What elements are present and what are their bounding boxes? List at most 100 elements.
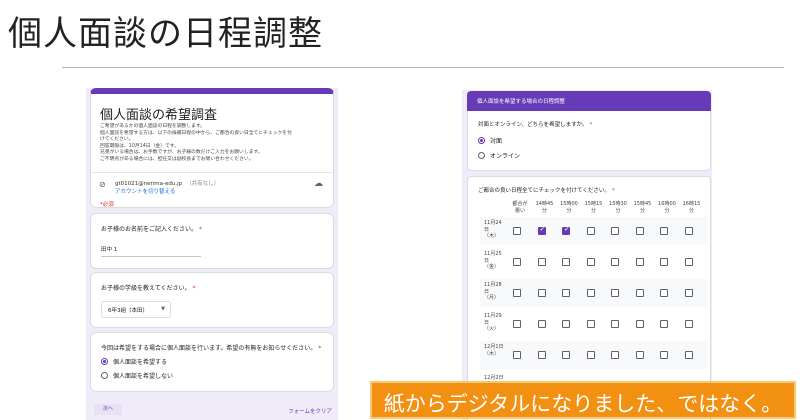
checkbox[interactable]: [586, 258, 595, 266]
left-form-screenshot: 個人面談の希望調査 ご希望があるかの個人面談の日程を調整します。 個人面談を希望…: [86, 88, 338, 420]
section-header: 個人面談を希望する場合の日程調整: [467, 91, 711, 111]
required-mark: *: [589, 122, 593, 128]
form-header-card: 個人面談の希望調査 ご希望があるかの個人面談の日程を調整します。 個人面談を希望…: [90, 88, 334, 208]
grid-column-header: 16時00 分: [658, 201, 676, 214]
form-footer: 次へ フォームをクリア: [90, 400, 334, 420]
radio-option-not-want[interactable]: 個人面談を希望しない: [101, 371, 173, 381]
checkbox[interactable]: [635, 227, 644, 235]
checkbox[interactable]: [586, 227, 595, 235]
grid-row-label: 11月29 日（火）: [484, 313, 502, 332]
grid-column-header: 15時15 分: [584, 201, 603, 214]
checkbox[interactable]: [586, 320, 595, 328]
checkbox[interactable]: [684, 320, 693, 328]
grid-column-header: 16時15 分: [682, 201, 701, 214]
question-card-mode: 対面とオンライン、どちらを希望しますか。 * 対面 オンライン: [467, 111, 711, 171]
radio-option-want[interactable]: 個人面談を希望する: [101, 357, 167, 367]
description-line: 兄弟がいる場合は、お手数ですが、お子様の数だけご入力をお願いします。: [100, 150, 263, 156]
checkbox[interactable]: [635, 258, 644, 266]
checkbox[interactable]: [611, 320, 619, 328]
question-card-name: お子様のお名前をご記入ください。 * 田中 1: [90, 213, 334, 269]
right-form-screenshot: 個人面談を希望する場合の日程調整 対面とオンライン、どちらを希望しますか。 * 対…: [462, 90, 712, 420]
radio-option-in-person[interactable]: 対面: [478, 136, 502, 146]
checkbox[interactable]: [513, 351, 521, 359]
radio-empty-icon: [101, 372, 108, 379]
class-select-value: 6年3組（本田）: [108, 308, 148, 314]
description-line: けてください。: [100, 137, 134, 143]
required-mark: *: [611, 188, 615, 194]
clear-form-link[interactable]: フォームをクリア: [288, 407, 332, 415]
grid-row-label: 11月24 日（木）: [484, 220, 502, 239]
checkbox[interactable]: [660, 351, 668, 359]
checkbox[interactable]: [635, 289, 644, 297]
child-name-input[interactable]: 田中 1: [101, 245, 201, 257]
checkbox[interactable]: [537, 289, 546, 297]
checkbox[interactable]: [537, 320, 546, 328]
required-mark: *: [318, 345, 322, 352]
grid-column-header: 15時45 分: [633, 201, 652, 214]
checkbox[interactable]: [562, 320, 570, 328]
checkbox[interactable]: [660, 227, 668, 235]
checkbox[interactable]: [684, 289, 693, 297]
switch-account-link[interactable]: アカウントを切り替える: [115, 187, 175, 195]
required-mark: *: [199, 226, 203, 233]
checkbox[interactable]: [537, 258, 546, 266]
form-description: ご希望があるかの個人面談の日程を調整します。 個人面談を希望する方は、以下の候補…: [100, 124, 328, 164]
checkbox[interactable]: [660, 320, 668, 328]
dropdown-caret-icon: ▼: [161, 306, 165, 312]
checkbox-checked[interactable]: [562, 225, 570, 235]
grid-column-header: 14時45 分: [535, 201, 554, 214]
checkbox-checked[interactable]: [537, 225, 546, 235]
account-row: ⊘ gt01021@nerima-edu.jp （共有なし） アカウントを切り替え…: [91, 172, 333, 200]
question-label: 今回は希望をする場合に個人面談を行います。希望の有無をお知らせください。 *: [101, 345, 322, 352]
radio-empty-icon: [478, 152, 485, 159]
grid-column-header: 15時00 分: [560, 201, 578, 214]
grid-column-header: 15時30 分: [609, 201, 627, 214]
radio-selected-icon: [478, 137, 485, 144]
checkbox[interactable]: [684, 227, 693, 235]
account-email-line: gt01021@nerima-edu.jp （共有なし）: [115, 179, 219, 187]
checkbox[interactable]: [562, 289, 570, 297]
grid-row-label: 11月25 日（金）: [484, 251, 502, 270]
checkbox[interactable]: [684, 351, 693, 359]
grid-row-label: 12月1日 （木）: [484, 344, 504, 357]
checkbox[interactable]: [537, 351, 546, 359]
checkbox[interactable]: [586, 289, 595, 297]
class-select[interactable]: 6年3組（本田） ▼: [101, 301, 171, 318]
account-shared-status: （共有なし）: [186, 181, 220, 187]
form-title: 個人面談の希望調査: [100, 108, 218, 123]
checkbox[interactable]: [562, 351, 570, 359]
required-mark: *: [192, 285, 196, 292]
checkbox[interactable]: [660, 289, 668, 297]
checkbox[interactable]: [611, 227, 619, 235]
checkbox[interactable]: [611, 289, 619, 297]
checkbox[interactable]: [513, 289, 521, 297]
checkbox[interactable]: [635, 351, 644, 359]
title-divider: [62, 67, 784, 68]
checkbox[interactable]: [635, 320, 644, 328]
question-label: お子様の学級を教えてください。 *: [101, 285, 196, 292]
caption-text: 紙からデジタルになりました、ではなく。: [383, 392, 783, 416]
required-note: *必須: [100, 202, 114, 208]
slide-title: 個人面談の日程調整: [8, 14, 323, 54]
checkbox[interactable]: [611, 351, 619, 359]
eye-off-icon: ⊘: [99, 180, 106, 189]
checkbox[interactable]: [684, 258, 693, 266]
checkbox[interactable]: [513, 320, 521, 328]
question-label: お子様のお名前をご記入ください。 *: [101, 226, 203, 233]
section-title: 個人面談を希望する場合の日程調整: [477, 99, 566, 105]
checkbox[interactable]: [611, 258, 619, 266]
checkbox[interactable]: [562, 258, 570, 266]
checkbox[interactable]: [513, 258, 521, 266]
radio-selected-icon: [101, 358, 108, 365]
description-line: ご希望があるかの個人面談の日程を調整します。: [100, 124, 206, 129]
checkbox[interactable]: [660, 258, 668, 266]
grid-column-header: 都合が 悪い: [512, 201, 528, 214]
checkbox[interactable]: [513, 227, 521, 235]
caption-banner: 紙からデジタルになりました、ではなく。: [370, 381, 796, 419]
question-label: ご都合の良い日程全てにチェックを付けてください。 *: [478, 188, 615, 194]
checkbox[interactable]: [586, 351, 595, 359]
question-card-interview: 今回は希望をする場合に個人面談を行います。希望の有無をお知らせください。 * 個人…: [90, 332, 334, 392]
radio-option-online[interactable]: オンライン: [478, 151, 520, 161]
next-button[interactable]: 次へ: [94, 404, 122, 415]
cloud-icon: ☁: [314, 179, 323, 189]
